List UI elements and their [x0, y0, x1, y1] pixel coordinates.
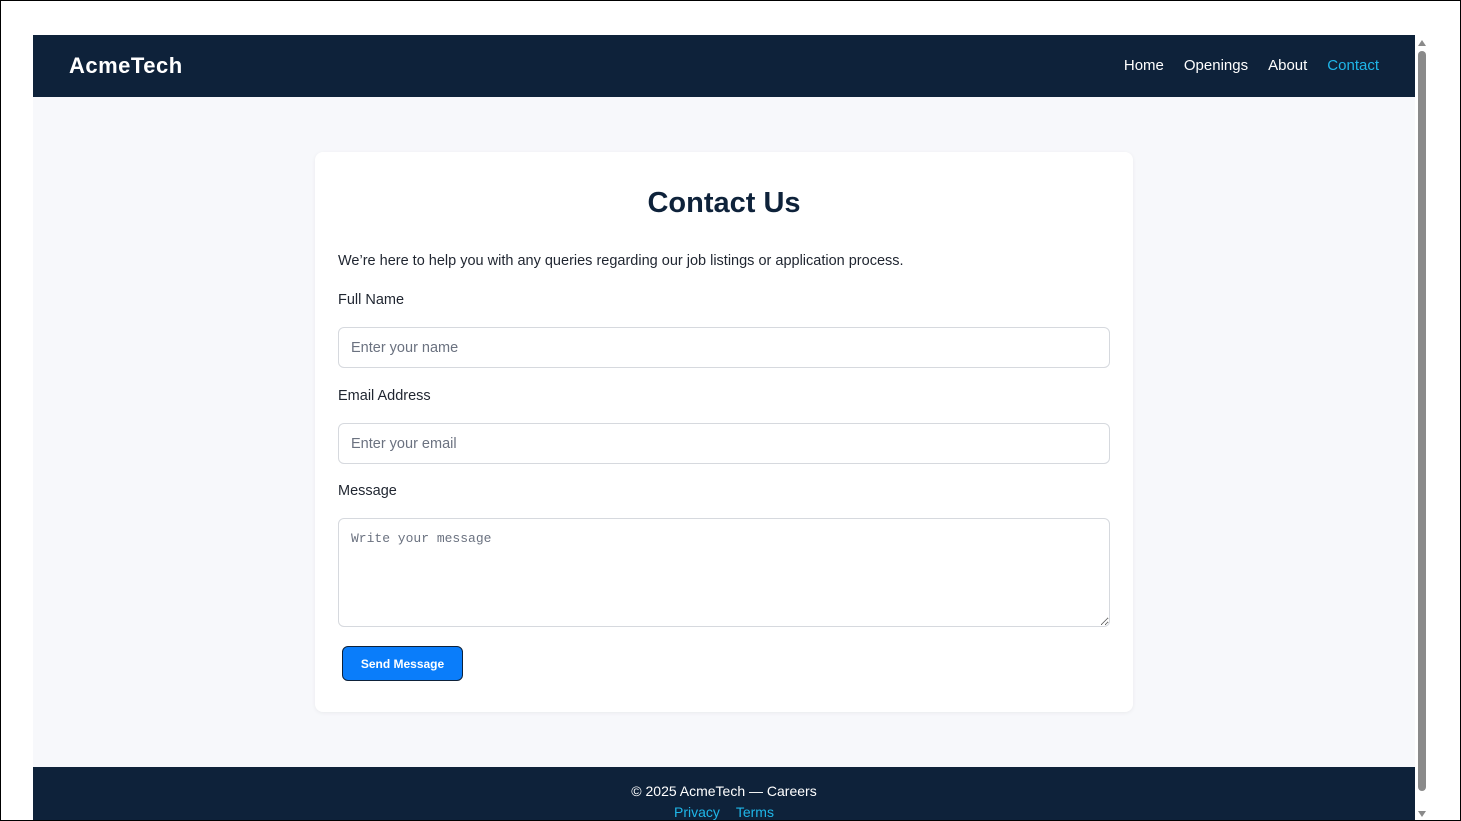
- page-viewport: AcmeTech Home Openings About Contact Con…: [33, 35, 1415, 820]
- scroll-up-icon[interactable]: [1418, 40, 1426, 46]
- scroll-down-icon[interactable]: [1418, 811, 1426, 817]
- footer: © 2025 AcmeTech — Careers Privacy Terms: [33, 767, 1415, 820]
- nav-link-about[interactable]: About: [1268, 57, 1307, 74]
- page-title: Contact Us: [647, 187, 801, 219]
- nav-link-home[interactable]: Home: [1124, 57, 1164, 74]
- full-name-input[interactable]: [338, 327, 1110, 368]
- footer-link-terms[interactable]: Terms: [736, 804, 774, 820]
- nav-link-contact[interactable]: Contact: [1327, 57, 1379, 74]
- vertical-scrollbar[interactable]: [1415, 35, 1429, 820]
- browser-frame: AcmeTech Home Openings About Contact Con…: [0, 0, 1461, 821]
- email-label: Email Address: [338, 388, 431, 404]
- nav-link-openings[interactable]: Openings: [1184, 57, 1248, 74]
- brand-logo[interactable]: AcmeTech: [69, 53, 183, 79]
- message-label: Message: [338, 483, 397, 499]
- full-name-label: Full Name: [338, 292, 405, 308]
- intro-text: We’re here to help you with any queries …: [338, 253, 904, 269]
- email-input[interactable]: [338, 423, 1110, 464]
- footer-copyright: © 2025 AcmeTech — Careers: [631, 783, 817, 799]
- contact-card: Contact Us We’re here to help you with a…: [315, 152, 1133, 712]
- nav-links: Home Openings About Contact: [1124, 57, 1379, 74]
- footer-link-privacy[interactable]: Privacy: [674, 804, 720, 820]
- footer-links: Privacy Terms: [33, 804, 1415, 820]
- navbar: AcmeTech Home Openings About Contact: [33, 35, 1415, 97]
- message-textarea[interactable]: [338, 518, 1110, 627]
- scrollbar-thumb[interactable]: [1418, 51, 1426, 791]
- send-message-button[interactable]: Send Message: [342, 646, 463, 681]
